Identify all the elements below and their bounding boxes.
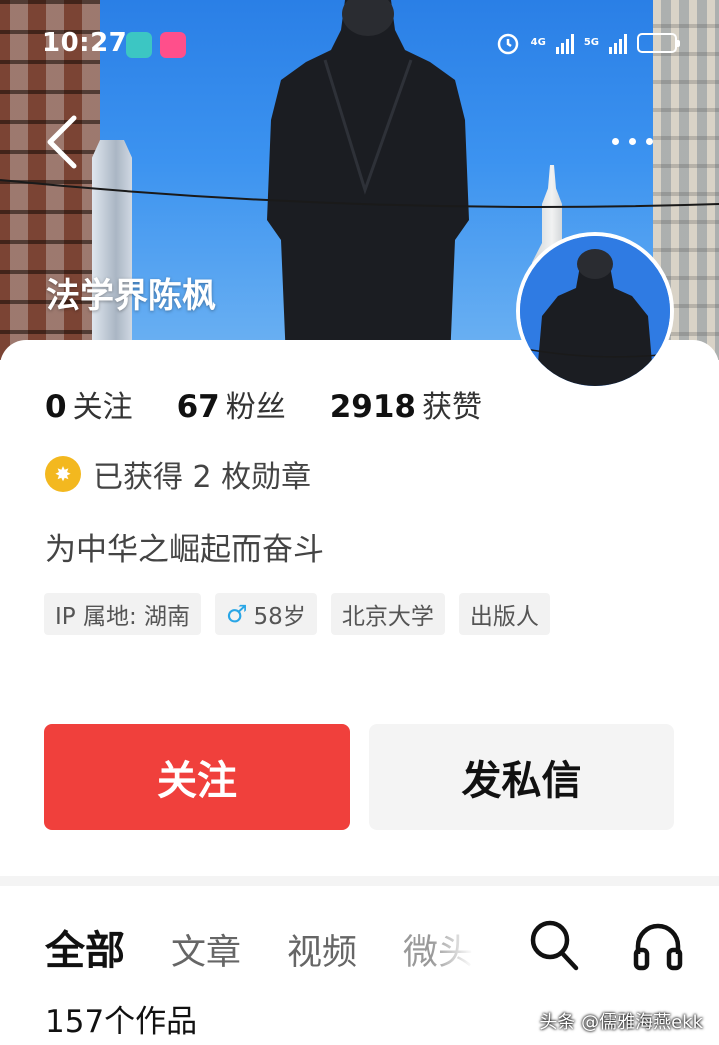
search-icon[interactable] (528, 918, 580, 972)
status-bar: 10:27 4G 5G (0, 24, 719, 64)
network-5g-label: 5G (583, 37, 599, 48)
tab-videos[interactable]: 视频 (287, 924, 357, 975)
battery-icon (637, 33, 680, 53)
stat-following-value: 0 (45, 389, 67, 425)
headphones-icon[interactable] (632, 920, 684, 972)
profile-bio: 为中华之崛起而奋斗 (45, 532, 324, 568)
more-dots-icon[interactable] (612, 128, 672, 154)
section-divider (0, 876, 719, 886)
tab-all[interactable]: 全部 (45, 918, 125, 976)
alarm-icon (497, 33, 518, 55)
tag-occupation: 出版人 (458, 593, 550, 635)
avatar[interactable] (516, 232, 674, 390)
network-4g-label: 4G (530, 37, 546, 48)
stat-followers-label: 粉丝 (225, 390, 286, 425)
profile-name: 法学界陈枫 (46, 276, 216, 316)
send-message-button[interactable]: 发私信 (369, 724, 674, 830)
stat-following[interactable]: 0 关注 (45, 382, 133, 426)
avatar-statue-image (520, 236, 670, 386)
tag-age-label: 58岁 (253, 604, 306, 630)
medal-text: 已获得 2 枚勋章 (93, 460, 312, 495)
signal-bars-icon (555, 32, 574, 54)
cover-power-line (0, 179, 719, 208)
stat-likes-value: 2918 (329, 389, 416, 425)
stat-likes-label: 获赞 (422, 390, 482, 425)
status-time: 10:27 (42, 28, 128, 58)
medal-icon: ✸ (45, 456, 81, 492)
tag-age: ♂ 58岁 (215, 593, 317, 635)
content-tabs: 全部 文章 视频 微头 (45, 918, 473, 976)
profile-tags: IP 属地: 湖南 ♂ 58岁 北京大学 出版人 (44, 593, 684, 635)
profile-stats: 0 关注 67 粉丝 2918 获赞 (45, 382, 526, 426)
medal-row[interactable]: ✸ 已获得 2 枚勋章 (45, 452, 311, 496)
works-count: 157个作品 (45, 1004, 198, 1040)
stat-followers[interactable]: 67 粉丝 (177, 382, 286, 426)
tag-school: 北京大学 (330, 593, 445, 635)
signal-bars-icon (609, 32, 627, 54)
cover-tower (92, 140, 132, 360)
male-gender-icon: ♂ (226, 600, 248, 628)
tab-articles[interactable]: 文章 (171, 924, 241, 975)
tab-micro-headlines[interactable]: 微头 (403, 924, 473, 975)
back-chevron-icon[interactable] (40, 112, 84, 172)
stat-followers-value: 67 (176, 389, 220, 425)
notification-video-icon (160, 32, 186, 58)
watermark: 头条 @儒雅海燕ekk (539, 1012, 703, 1033)
notification-book-icon (126, 32, 152, 58)
stat-likes[interactable]: 2918 获赞 (330, 382, 482, 426)
tag-ip-location: IP 属地: 湖南 (44, 593, 202, 635)
stat-following-label: 关注 (72, 390, 133, 425)
follow-button[interactable]: 关注 (44, 724, 350, 830)
